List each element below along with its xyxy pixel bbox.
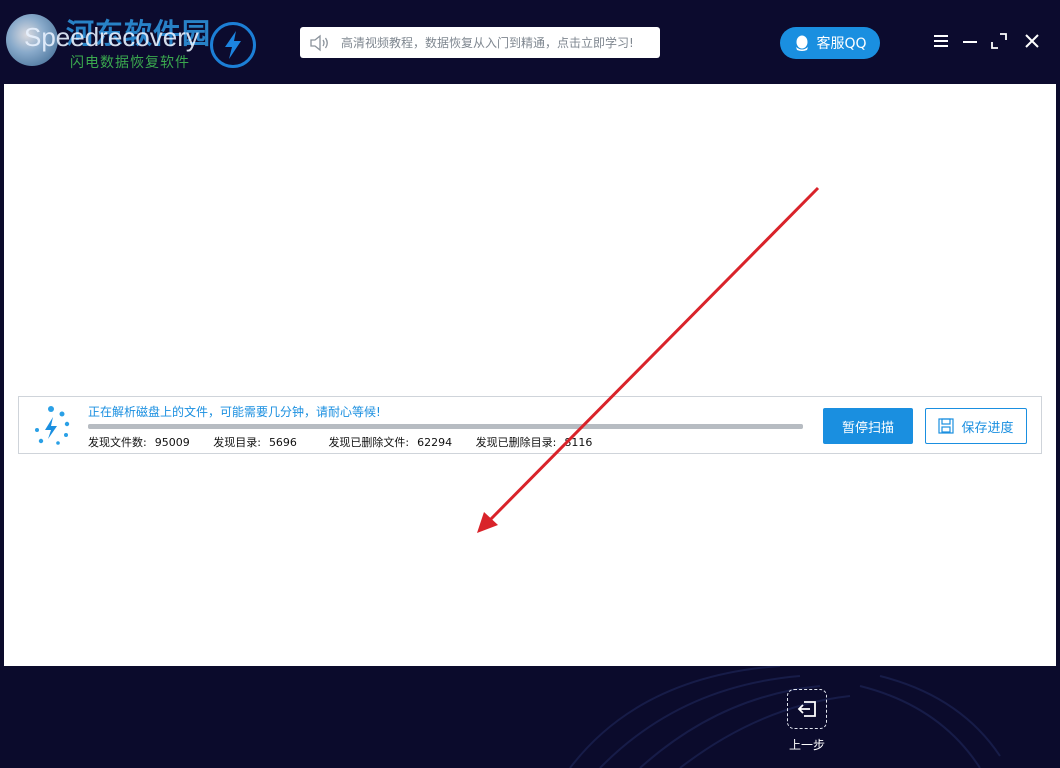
previous-step-label: 上一步 [788,738,825,752]
swirl-decoration [569,666,1001,768]
annotation-arrow [477,186,820,533]
bottom-background [0,666,1060,768]
back-arrow-icon [797,701,816,717]
previous-step-button[interactable] [787,689,827,729]
